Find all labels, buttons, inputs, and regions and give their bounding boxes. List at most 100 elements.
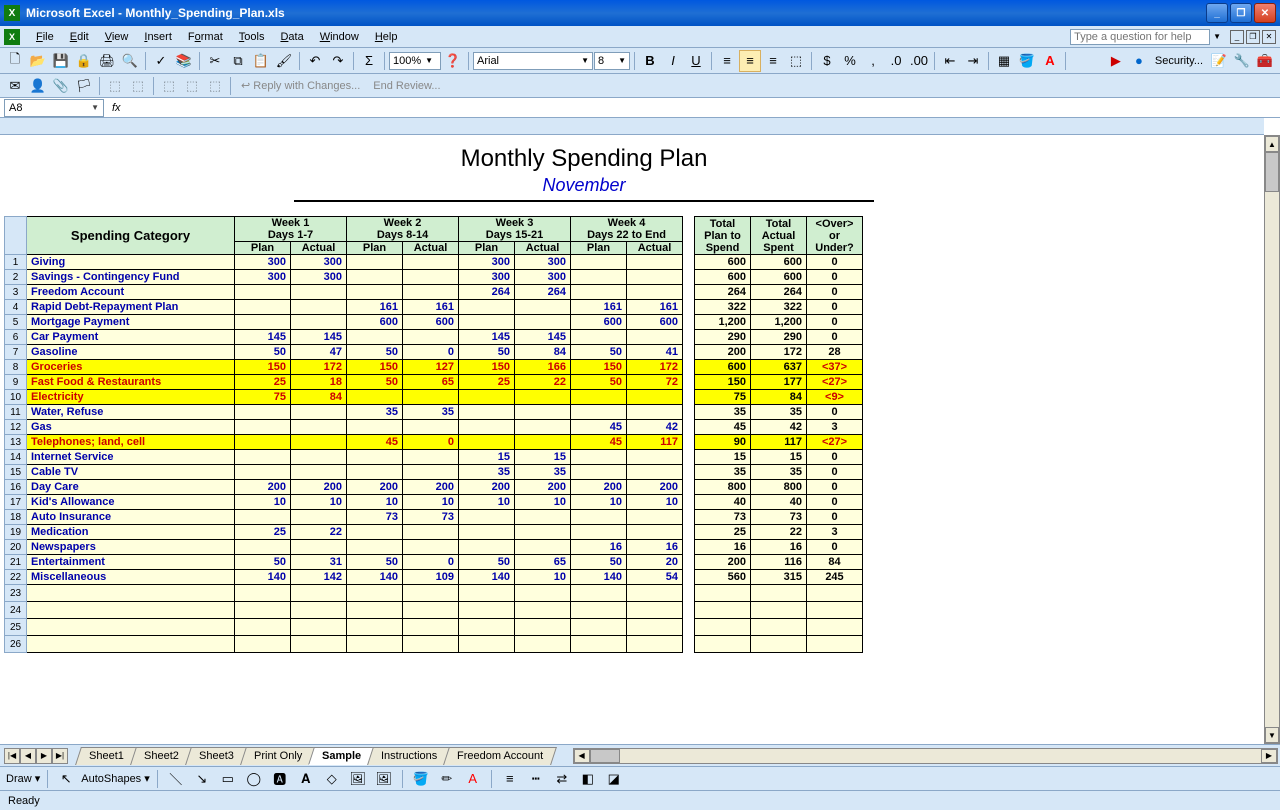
underline-icon[interactable]: U	[685, 50, 707, 72]
table-row[interactable]: 2Savings - Contingency Fund3003003003006…	[5, 270, 863, 285]
fill-icon[interactable]: 🪣	[410, 768, 432, 790]
permission-icon[interactable]: 🔒	[73, 50, 95, 72]
table-row[interactable]: 15Cable TV353535350	[5, 465, 863, 480]
draw-menu[interactable]: Draw ▾	[6, 772, 40, 785]
merge-icon[interactable]: ⬚	[785, 50, 807, 72]
currency-icon[interactable]: $	[816, 50, 838, 72]
menu-window[interactable]: Window	[312, 29, 367, 45]
picture-icon[interactable]: 🖼	[373, 768, 395, 790]
menu-file[interactable]: File	[28, 29, 62, 45]
sheet-tab[interactable]: Sample	[308, 747, 375, 765]
menu-help[interactable]: Help	[367, 29, 406, 45]
sheet-tab[interactable]: Sheet3	[185, 747, 248, 765]
table-row[interactable]: 24	[5, 602, 863, 619]
dec-indent-icon[interactable]: ⇤	[939, 50, 961, 72]
align-right-icon[interactable]: ≡	[762, 50, 784, 72]
menu-format[interactable]: Format	[180, 29, 231, 45]
percent-icon[interactable]: %	[839, 50, 861, 72]
table-row[interactable]: 11Water, Refuse353535350	[5, 405, 863, 420]
preview-icon[interactable]: 🔍	[119, 50, 141, 72]
scroll-right-icon[interactable]: ▶	[1261, 749, 1277, 763]
fx-icon[interactable]: fx	[112, 102, 121, 114]
sheet-tab[interactable]: Print Only	[240, 747, 316, 765]
maximize-button[interactable]: ❐	[1230, 3, 1252, 23]
send-mail-icon[interactable]: ✉	[4, 75, 26, 97]
menu-data[interactable]: Data	[272, 29, 311, 45]
save-icon[interactable]: 💾	[50, 50, 72, 72]
collab4-icon[interactable]: ⬚	[181, 75, 203, 97]
tab-last-icon[interactable]: ▶|	[52, 748, 68, 764]
align-center-icon[interactable]: ≡	[739, 50, 761, 72]
menu-tools[interactable]: Tools	[231, 29, 273, 45]
formula-input[interactable]	[129, 99, 1280, 117]
worksheet-content[interactable]: Monthly Spending Plan November Spending …	[0, 135, 1264, 744]
research-icon[interactable]: 📚	[173, 50, 195, 72]
dec-decimal-icon[interactable]: .00	[908, 50, 930, 72]
comma-icon[interactable]: ,	[862, 50, 884, 72]
collab2-icon[interactable]: ⬚	[127, 75, 149, 97]
oval-icon[interactable]: ◯	[243, 768, 265, 790]
diagram-icon[interactable]: ◇	[321, 768, 343, 790]
borders-icon[interactable]: ▦	[993, 50, 1015, 72]
table-row[interactable]: 6Car Payment1451451451452902900	[5, 330, 863, 345]
format-painter-icon[interactable]: 🖌	[273, 50, 295, 72]
table-row[interactable]: 14Internet Service151515150	[5, 450, 863, 465]
bold-icon[interactable]: B	[639, 50, 661, 72]
fontsize-combo[interactable]: 8▼	[594, 52, 630, 70]
help-search[interactable]	[1070, 29, 1210, 45]
open-icon[interactable]: 📂	[27, 50, 49, 72]
rect-icon[interactable]: ▭	[217, 768, 239, 790]
hscroll-thumb[interactable]	[590, 749, 620, 763]
tab-next-icon[interactable]: ▶	[36, 748, 52, 764]
sheet-tab[interactable]: Instructions	[367, 747, 451, 765]
fill-color-icon[interactable]: 🪣	[1016, 50, 1038, 72]
help-icon[interactable]: ❓	[442, 50, 464, 72]
collab3-icon[interactable]: ⬚	[158, 75, 180, 97]
doc-close[interactable]: ✕	[1262, 30, 1276, 44]
table-row[interactable]: 22Miscellaneous1401421401091401014054560…	[5, 570, 863, 585]
textbox-icon[interactable]: 🅰	[269, 768, 291, 790]
flag-icon[interactable]: 🏳	[73, 75, 95, 97]
attach-icon[interactable]: 📎	[50, 75, 72, 97]
zoom-combo[interactable]: 100%▼	[389, 52, 441, 70]
horizontal-scrollbar[interactable]: ◀ ▶	[573, 748, 1278, 764]
undo-icon[interactable]: ↶	[304, 50, 326, 72]
font-color2-icon[interactable]: A	[462, 768, 484, 790]
print-icon[interactable]: 🖨	[96, 50, 118, 72]
dash-icon[interactable]: ┅	[525, 768, 547, 790]
doc-minimize[interactable]: _	[1230, 30, 1244, 44]
table-row[interactable]: 3Freedom Account2642642642640	[5, 285, 863, 300]
sheet-tab[interactable]: Sheet1	[75, 747, 138, 765]
collab1-icon[interactable]: ⬚	[104, 75, 126, 97]
table-row[interactable]: 9Fast Food & Restaurants2518506525225072…	[5, 375, 863, 390]
table-row[interactable]: 18Auto Insurance737373730	[5, 510, 863, 525]
paste-icon[interactable]: 📋	[250, 50, 272, 72]
shadow-icon[interactable]: ◧	[577, 768, 599, 790]
align-left-icon[interactable]: ≡	[716, 50, 738, 72]
font-color-icon[interactable]: A	[1039, 50, 1061, 72]
table-row[interactable]: 10Electricity75847584<9>	[5, 390, 863, 405]
doc-restore[interactable]: ❐	[1246, 30, 1260, 44]
close-button[interactable]: ✕	[1254, 3, 1276, 23]
clipart-icon[interactable]: 🖼	[347, 768, 369, 790]
sheet-tab[interactable]: Sheet2	[130, 747, 193, 765]
select-icon[interactable]: ↖	[55, 768, 77, 790]
table-row[interactable]: 23	[5, 585, 863, 602]
line-color-icon[interactable]: ✏	[436, 768, 458, 790]
spell-icon[interactable]: ✓	[150, 50, 172, 72]
recipient-icon[interactable]: 👤	[27, 75, 49, 97]
table-row[interactable]: 26	[5, 636, 863, 653]
table-row[interactable]: 8Groceries150172150127150166150172600637…	[5, 360, 863, 375]
scroll-up-icon[interactable]: ▲	[1265, 136, 1279, 152]
table-row[interactable]: 7Gasoline50475005084504120017228	[5, 345, 863, 360]
scroll-left-icon[interactable]: ◀	[574, 749, 590, 763]
table-row[interactable]: 1Giving3003003003006006000	[5, 255, 863, 270]
tab-prev-icon[interactable]: ◀	[20, 748, 36, 764]
inc-decimal-icon[interactable]: .0	[885, 50, 907, 72]
end-review[interactable]: End Review...	[367, 80, 446, 92]
reply-changes[interactable]: ↩ Reply with Changes...	[235, 79, 366, 92]
table-row[interactable]: 19Medication252225223	[5, 525, 863, 540]
table-row[interactable]: 16Day Care200200200200200200200200800800…	[5, 480, 863, 495]
tab-first-icon[interactable]: |◀	[4, 748, 20, 764]
scroll-down-icon[interactable]: ▼	[1265, 727, 1279, 743]
